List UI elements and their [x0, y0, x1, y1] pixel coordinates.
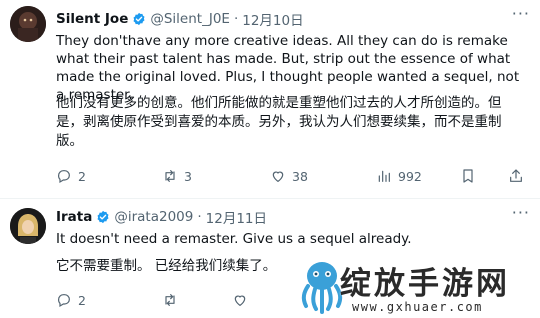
heart-icon: [234, 295, 246, 307]
verified-badge-icon: [97, 210, 109, 224]
views-chart-icon: [378, 170, 390, 182]
view-count: 992: [398, 168, 422, 184]
more-options-icon[interactable]: ···: [512, 4, 530, 23]
separator-dot: ·: [197, 209, 202, 225]
octopus-logo-icon: [301, 262, 343, 314]
blonde-character-avatar-icon: [10, 208, 46, 244]
share-icon: [510, 169, 522, 182]
author-name[interactable]: Silent Joe: [56, 11, 128, 27]
author-name[interactable]: Irata: [56, 209, 92, 225]
tweet-text-english: It doesn't need a remaster. Give us a se…: [56, 231, 412, 247]
tweet-date[interactable]: 12月10日: [242, 9, 303, 29]
reply-button[interactable]: 2: [56, 168, 86, 184]
retweet-count: 3: [184, 168, 192, 184]
author-handle[interactable]: @Silent_J0E: [150, 11, 230, 27]
like-button[interactable]: 38: [270, 168, 308, 184]
tweet-1[interactable]: Silent Joe @Silent_J0E · 12月10日 ··· They…: [0, 0, 540, 196]
retweet-button[interactable]: [162, 292, 184, 308]
share-button[interactable]: [508, 168, 530, 184]
watermark-title: 绽放手游网: [340, 266, 510, 302]
bookmark-icon: [463, 169, 473, 183]
bookmark-button[interactable]: [460, 168, 482, 184]
reply-count: 2: [78, 292, 86, 308]
separator-dot: ·: [233, 11, 239, 27]
more-options-icon[interactable]: ···: [512, 203, 530, 222]
tweet-date[interactable]: 12月11日: [206, 207, 267, 227]
reply-count: 2: [78, 168, 86, 184]
reply-button[interactable]: 2: [56, 292, 86, 308]
reply-icon: [58, 170, 70, 184]
dark-character-avatar-icon: [10, 6, 46, 42]
reply-icon: [58, 294, 70, 308]
like-count: 38: [292, 168, 308, 184]
retweet-button[interactable]: 3: [162, 168, 192, 184]
views-button[interactable]: 992: [376, 168, 422, 184]
retweet-icon: [165, 294, 175, 306]
like-button[interactable]: [232, 292, 254, 308]
site-watermark: 绽放手游网 www.gxhuaer.com: [288, 258, 538, 318]
author-handle[interactable]: @irata2009: [114, 209, 193, 225]
watermark-url: www.gxhuaer.com: [352, 300, 483, 314]
avatar[interactable]: [10, 208, 46, 244]
retweet-icon: [165, 170, 175, 182]
verified-badge-icon: [133, 12, 145, 26]
avatar[interactable]: [10, 6, 46, 42]
tweet-text-chinese: 他们没有更多的创意。他们所能做的就是重塑他们过去的人才所创造的。但是，剥离使原作…: [56, 95, 502, 149]
heart-icon: [272, 171, 284, 183]
tweet-actions: 2 3 38 992: [56, 168, 526, 188]
